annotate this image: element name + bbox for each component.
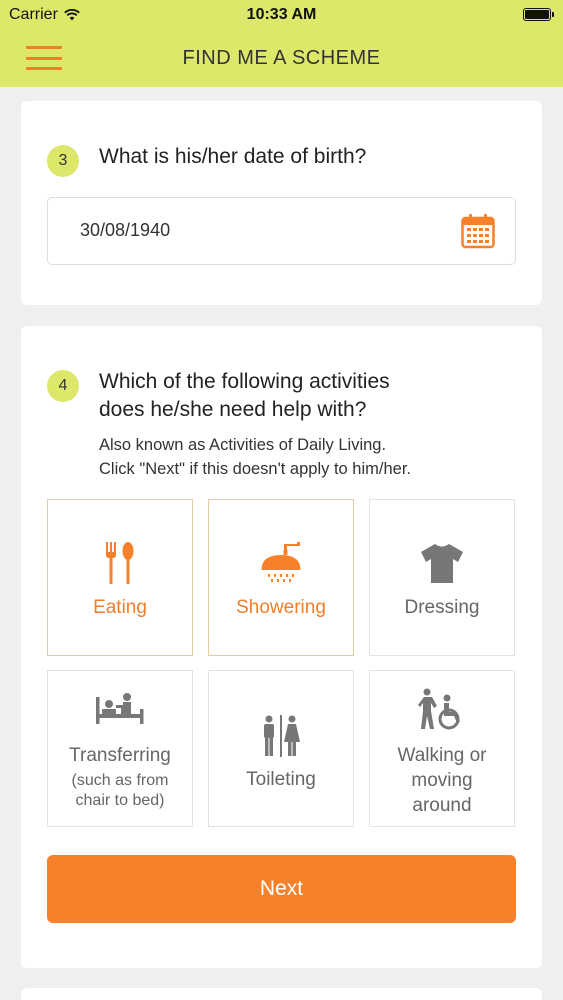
activity-label-transferring: Transferring [69,745,171,766]
activity-label-walking-3: around [412,795,472,816]
activity-label-showering: Showering [236,597,326,618]
question-title-dob: What is his/her date of birth? [99,145,367,168]
subtitle-line-2: Click "Next" if this doesn't apply to hi… [99,460,411,478]
activity-sub-transferring-1: (such as from [71,772,169,789]
fork-spoon-icon [106,542,134,584]
step-badge-3: 3 [47,145,79,177]
navbar: FIND ME A SCHEME [0,30,563,87]
activity-tile-transferring[interactable]: Transferring (such as from chair to bed) [47,670,193,827]
tshirt-icon [421,544,463,583]
question-card-activities: 4 Which of the following activities does… [21,326,542,968]
activity-tile-dressing[interactable]: Dressing [369,499,515,656]
activity-label-walking-2: moving [411,770,473,791]
activity-sub-transferring-2: chair to bed) [75,792,165,809]
status-time: 10:33 AM [246,6,317,23]
question-title-activities: Which of the following activities does h… [99,368,390,424]
activity-label-eating: Eating [93,597,147,618]
wheelchair-assist-icon [418,688,460,730]
question-card-next [21,988,542,1000]
battery-icon [523,8,554,21]
date-of-birth-input[interactable] [80,220,380,241]
calendar-icon[interactable] [461,213,495,249]
question-card-dob: 3 What is his/her date of birth? [21,101,542,305]
page-title: FIND ME A SCHEME [182,47,381,69]
activity-tile-eating[interactable]: Eating [47,499,193,656]
activity-label-toileting: Toileting [246,769,316,790]
shower-icon [261,542,301,582]
activity-label-walking-1: Walking or [397,745,487,766]
next-button[interactable]: Next [47,855,516,923]
question-subtitle: Also known as Activities of Daily Living… [99,433,411,481]
bed-icon [96,693,144,724]
activity-tile-showering[interactable]: Showering [208,499,354,656]
subtitle-line-1: Also known as Activities of Daily Living… [99,436,387,454]
activity-label-dressing: Dressing [404,597,480,618]
status-bar: Carrier 10:33 AM [0,0,563,30]
question-line-2: does he/she need help with? [99,398,367,421]
step-badge-4: 4 [47,370,79,402]
date-of-birth-field[interactable] [47,197,516,265]
restroom-icon [264,715,300,757]
activity-tile-walking[interactable]: Walking or moving around [369,670,515,827]
activity-tile-toileting[interactable]: Toileting [208,670,354,827]
question-line-1: Which of the following activities [99,370,390,393]
